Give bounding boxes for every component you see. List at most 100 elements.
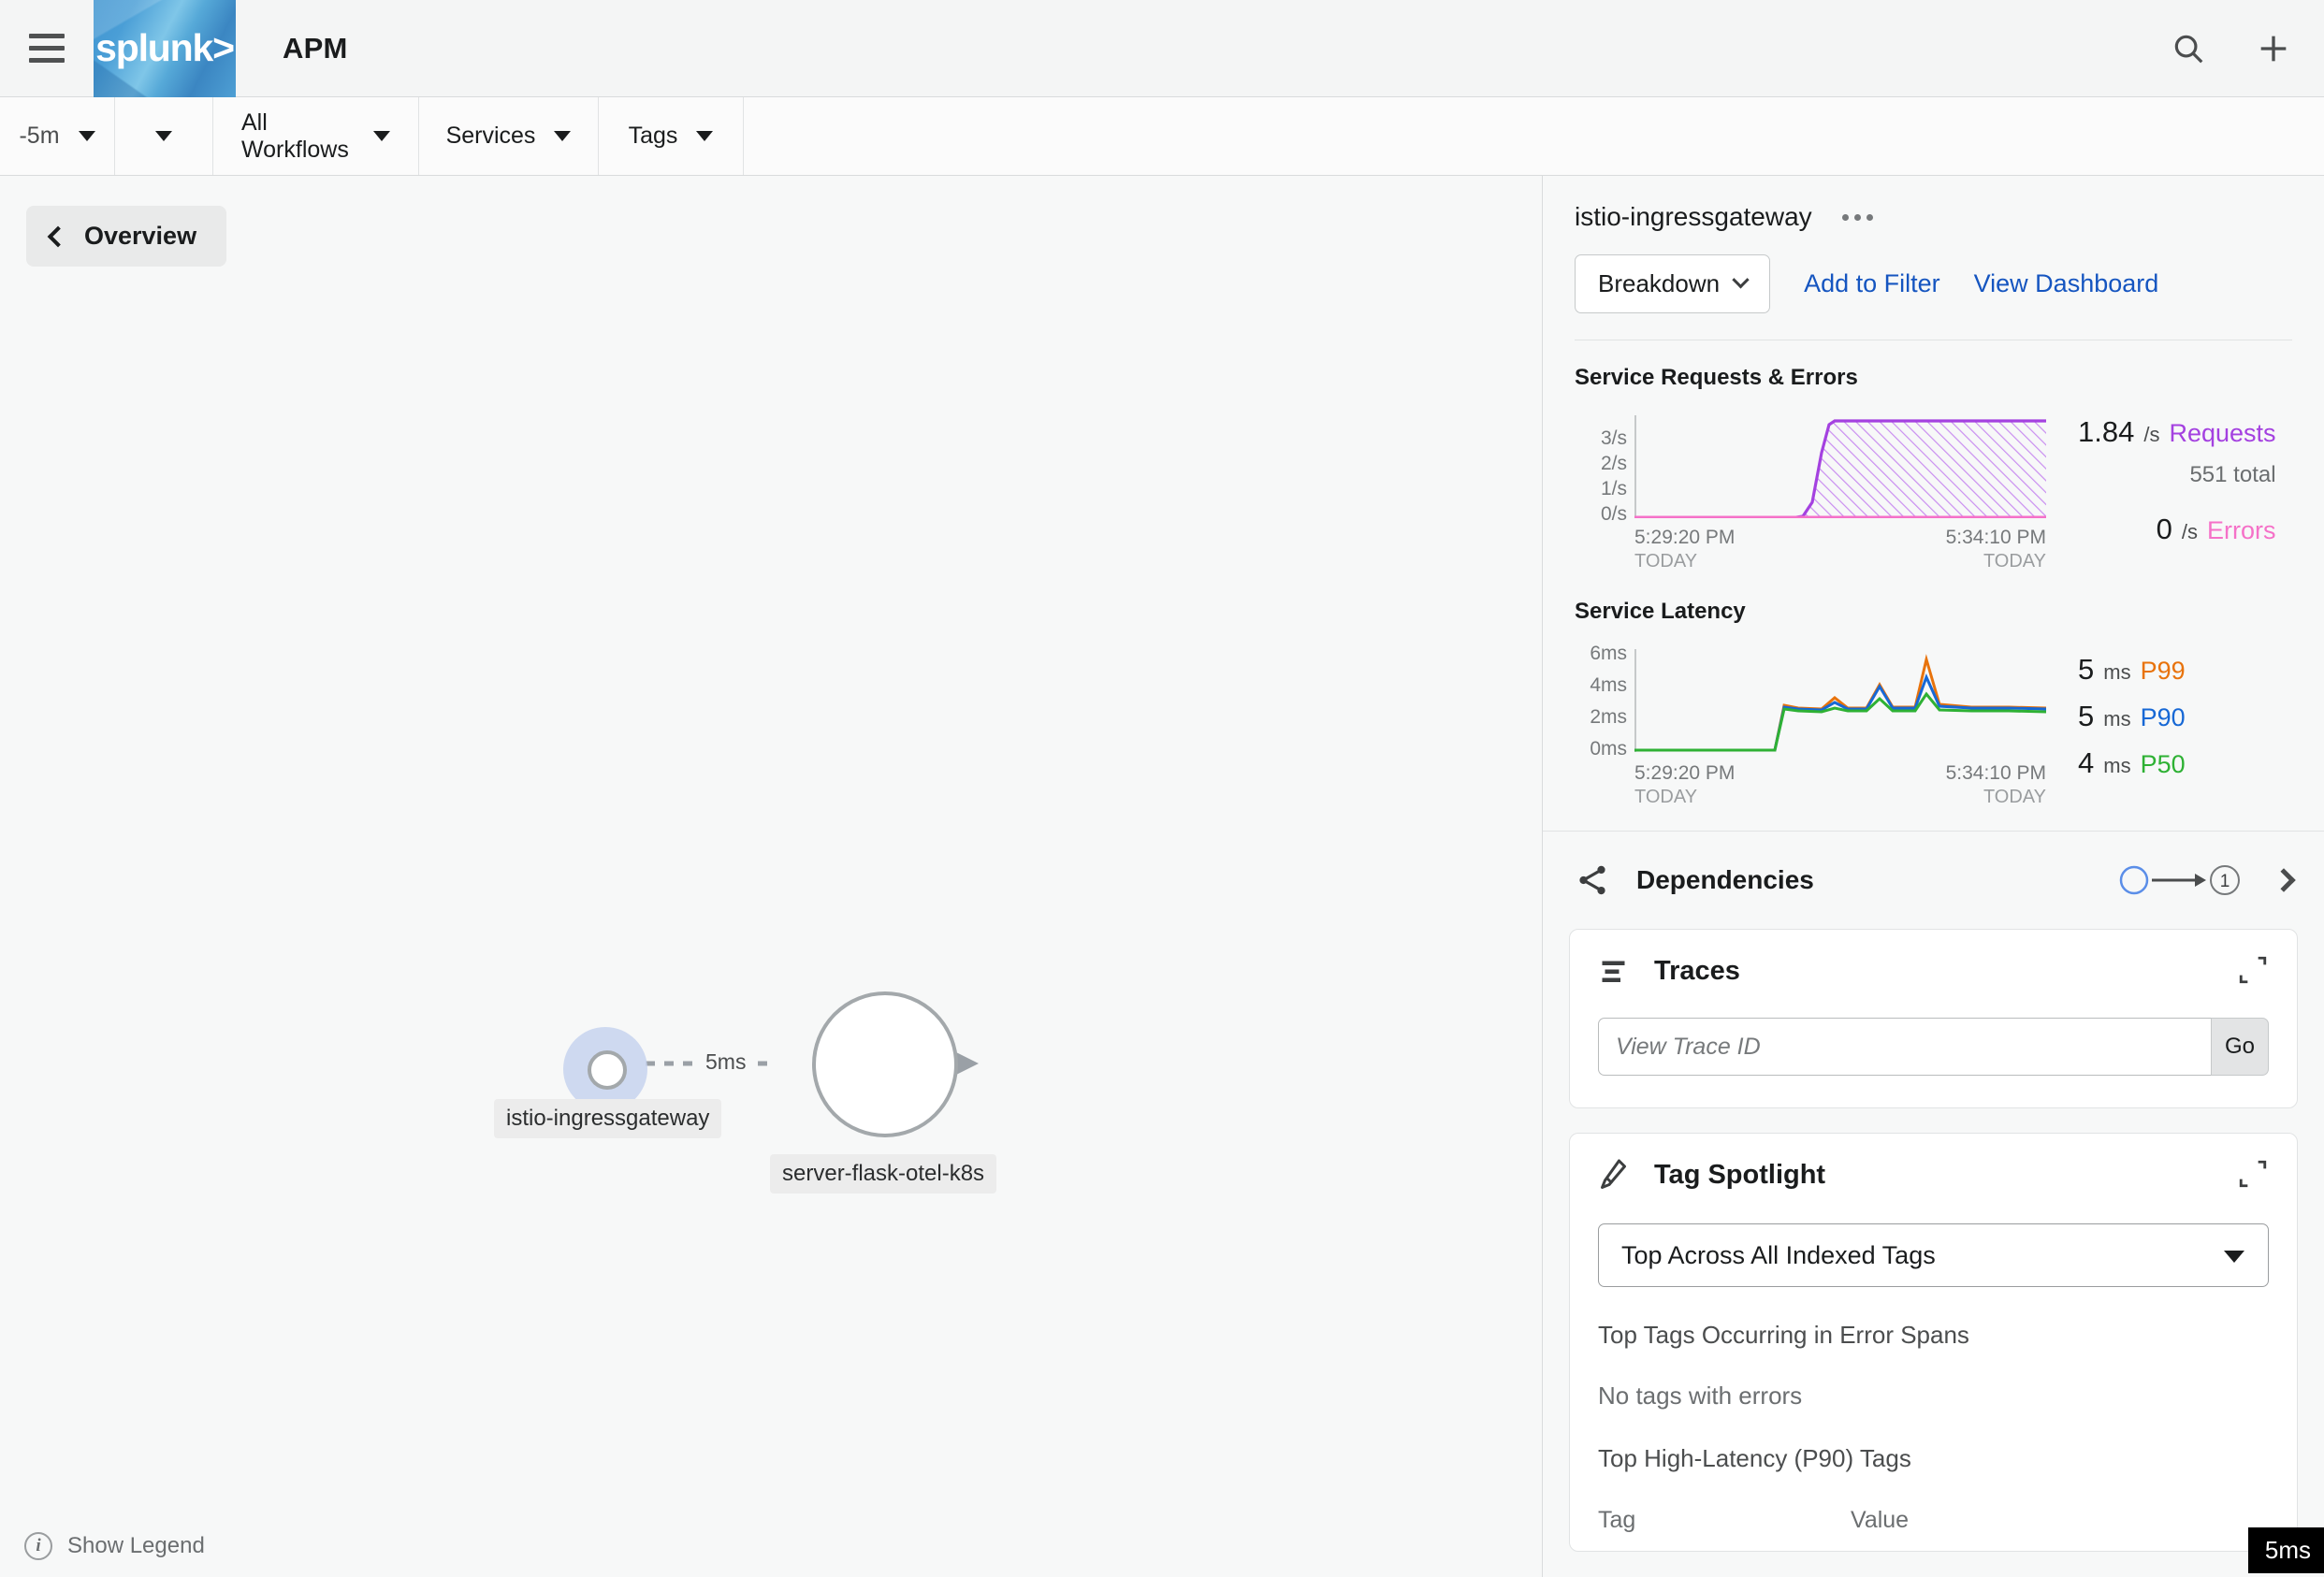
- services-dropdown[interactable]: Services: [419, 97, 599, 175]
- p99-unit: ms: [2103, 660, 2131, 684]
- no-error-tags-text: No tags with errors: [1598, 1382, 1803, 1410]
- chevron-down-icon: [373, 131, 390, 141]
- more-options-icon[interactable]: [1840, 207, 1875, 228]
- chevron-down-icon: [2224, 1251, 2244, 1263]
- requests-chart[interactable]: 3/s 2/s 1/s 0/s 5:29:20 PM TODAY 5:34:10…: [1575, 415, 2052, 571]
- latency-chart-title: Service Latency: [1575, 599, 1746, 624]
- filter-bar-spacer: [744, 97, 2324, 175]
- top-bar: splunk> APM: [0, 0, 2324, 97]
- dependencies-row[interactable]: Dependencies 1: [1543, 831, 2324, 929]
- panel-service-name: istio-ingressgateway: [1575, 202, 1812, 231]
- trace-id-input[interactable]: [1598, 1018, 2211, 1076]
- latency-tooltip-badge: 5ms: [2247, 1527, 2324, 1573]
- dependencies-title: Dependencies: [1636, 865, 1814, 894]
- requests-total: 551 total: [2189, 462, 2276, 487]
- workflows-dropdown[interactable]: All Workflows: [213, 97, 419, 175]
- panel-header: istio-ingressgateway Breakdown Add to Fi…: [1543, 176, 2324, 340]
- requests-label: Requests: [2169, 419, 2276, 447]
- chevron-right-icon[interactable]: [2272, 868, 2296, 892]
- trace-go-button[interactable]: Go: [2211, 1018, 2269, 1076]
- tag-spotlight-title: Tag Spotlight: [1654, 1159, 1826, 1190]
- p90-unit: ms: [2103, 707, 2131, 731]
- body: Overview istio-ingressgateway 5ms server…: [0, 176, 2324, 1577]
- map-edges: [646, 1042, 979, 1085]
- error-tags-section-label: Top Tags Occurring in Error Spans: [1598, 1321, 1969, 1349]
- chevron-down-icon: [696, 131, 714, 141]
- tag-spotlight-icon: [1601, 1159, 1626, 1189]
- tags-label: Tags: [628, 123, 678, 149]
- plus-icon[interactable]: [2255, 30, 2292, 67]
- panel-actions: Breakdown Add to Filter View Dashboard: [1575, 254, 2292, 313]
- p90-label: P90: [2140, 703, 2186, 731]
- p50-unit: ms: [2103, 754, 2131, 777]
- p50-value: 4: [2078, 746, 2095, 779]
- requests-legend: 1.84 /s Requests 551 total 0 /s Errors: [2078, 415, 2276, 559]
- y-tick: 1/s: [1600, 478, 1627, 499]
- y-tick: 0ms: [1590, 738, 1627, 760]
- tags-dropdown[interactable]: Tags: [599, 97, 744, 175]
- value-column-header: Value: [1851, 1507, 1910, 1533]
- latency-chart[interactable]: 6ms 4ms 2ms 0ms 5:29:20 PM TODAY 5:34:10…: [1575, 643, 2052, 807]
- breakdown-button[interactable]: Breakdown: [1575, 254, 1771, 313]
- view-dashboard-link[interactable]: View Dashboard: [1974, 269, 2159, 298]
- latency-plot: [1634, 654, 2046, 752]
- node-label: istio-ingressgateway: [494, 1099, 722, 1138]
- add-to-filter-link[interactable]: Add to Filter: [1804, 269, 1940, 298]
- show-legend-button[interactable]: i Show Legend: [24, 1532, 205, 1560]
- service-details-panel: istio-ingressgateway Breakdown Add to Fi…: [1543, 176, 2324, 1577]
- y-tick: 4ms: [1590, 674, 1627, 696]
- legend-p50: 4 ms P50: [2078, 746, 2186, 780]
- breakdown-button-label: Breakdown: [1598, 269, 1721, 297]
- node-circle: [812, 991, 958, 1137]
- tag-column-header: Tag: [1598, 1507, 1636, 1533]
- overview-button[interactable]: Overview: [26, 206, 227, 267]
- time-compare-dropdown[interactable]: [115, 97, 213, 175]
- p99-value: 5: [2078, 653, 2095, 686]
- x-tick-end: 5:34:10 PM TODAY: [1945, 527, 2046, 572]
- node-circle: [588, 1050, 627, 1090]
- filter-bar: -5m All Workflows Services Tags: [0, 97, 2324, 176]
- trace-list-icon: [1602, 961, 1625, 982]
- splunk-logo[interactable]: splunk>: [94, 0, 236, 97]
- top-bar-actions: [2171, 0, 2292, 97]
- errors-value: 0: [2156, 513, 2172, 545]
- requests-chart-title: Service Requests & Errors: [1575, 365, 1858, 390]
- trace-search-row: Go: [1598, 1018, 2269, 1076]
- p90-value: 5: [2078, 700, 2095, 732]
- tag-scope-selected-label: Top Across All Indexed Tags: [1621, 1240, 1936, 1269]
- expand-icon[interactable]: [2237, 954, 2269, 986]
- services-label: Services: [445, 123, 536, 149]
- x-tick-start: 5:29:20 PM TODAY: [1634, 527, 1736, 572]
- legend-p90: 5 ms P90: [2078, 700, 2186, 733]
- p99-label: P99: [2140, 657, 2186, 685]
- splunk-logo-text: splunk>: [95, 26, 235, 69]
- requests-unit: /s: [2143, 423, 2160, 446]
- latency-y-axis: 6ms 4ms 2ms 0ms: [1575, 643, 1627, 760]
- service-map[interactable]: Overview istio-ingressgateway 5ms server…: [0, 176, 1543, 1577]
- requests-plot: [1634, 419, 2046, 518]
- traces-card-header: Traces: [1598, 954, 2269, 988]
- y-tick: 6ms: [1590, 643, 1627, 664]
- y-tick: 2ms: [1590, 706, 1627, 728]
- x-tick-end: 5:34:10 PM TODAY: [1945, 762, 2046, 808]
- y-tick: 0/s: [1600, 503, 1627, 525]
- time-range-label: -5m: [19, 123, 60, 149]
- service-requests-errors-block: Service Requests & Errors 3/s 2/s 1/s 0/…: [1543, 340, 2324, 571]
- chevron-down-icon: [155, 131, 172, 141]
- info-icon: i: [24, 1532, 52, 1560]
- time-range-picker[interactable]: -5m: [0, 97, 115, 175]
- requests-y-axis: 3/s 2/s 1/s 0/s: [1575, 415, 1627, 525]
- search-icon[interactable]: [2171, 31, 2206, 66]
- page-title: APM: [283, 31, 348, 65]
- expand-icon[interactable]: [2237, 1158, 2269, 1190]
- tag-scope-select[interactable]: Top Across All Indexed Tags: [1598, 1223, 2269, 1287]
- hamburger-icon[interactable]: [0, 0, 94, 97]
- dependencies-mini-map: 1: [2118, 860, 2249, 901]
- workflows-label: All Workflows: [241, 109, 349, 163]
- traces-title: Traces: [1654, 955, 1740, 986]
- chevron-down-icon: [554, 131, 572, 141]
- errors-label: Errors: [2207, 516, 2276, 544]
- requests-chart-body: 3/s 2/s 1/s 0/s 5:29:20 PM TODAY 5:34:10…: [1575, 415, 2292, 571]
- share-icon: [1579, 865, 1605, 895]
- legend-requests: 1.84 /s Requests: [2078, 415, 2276, 449]
